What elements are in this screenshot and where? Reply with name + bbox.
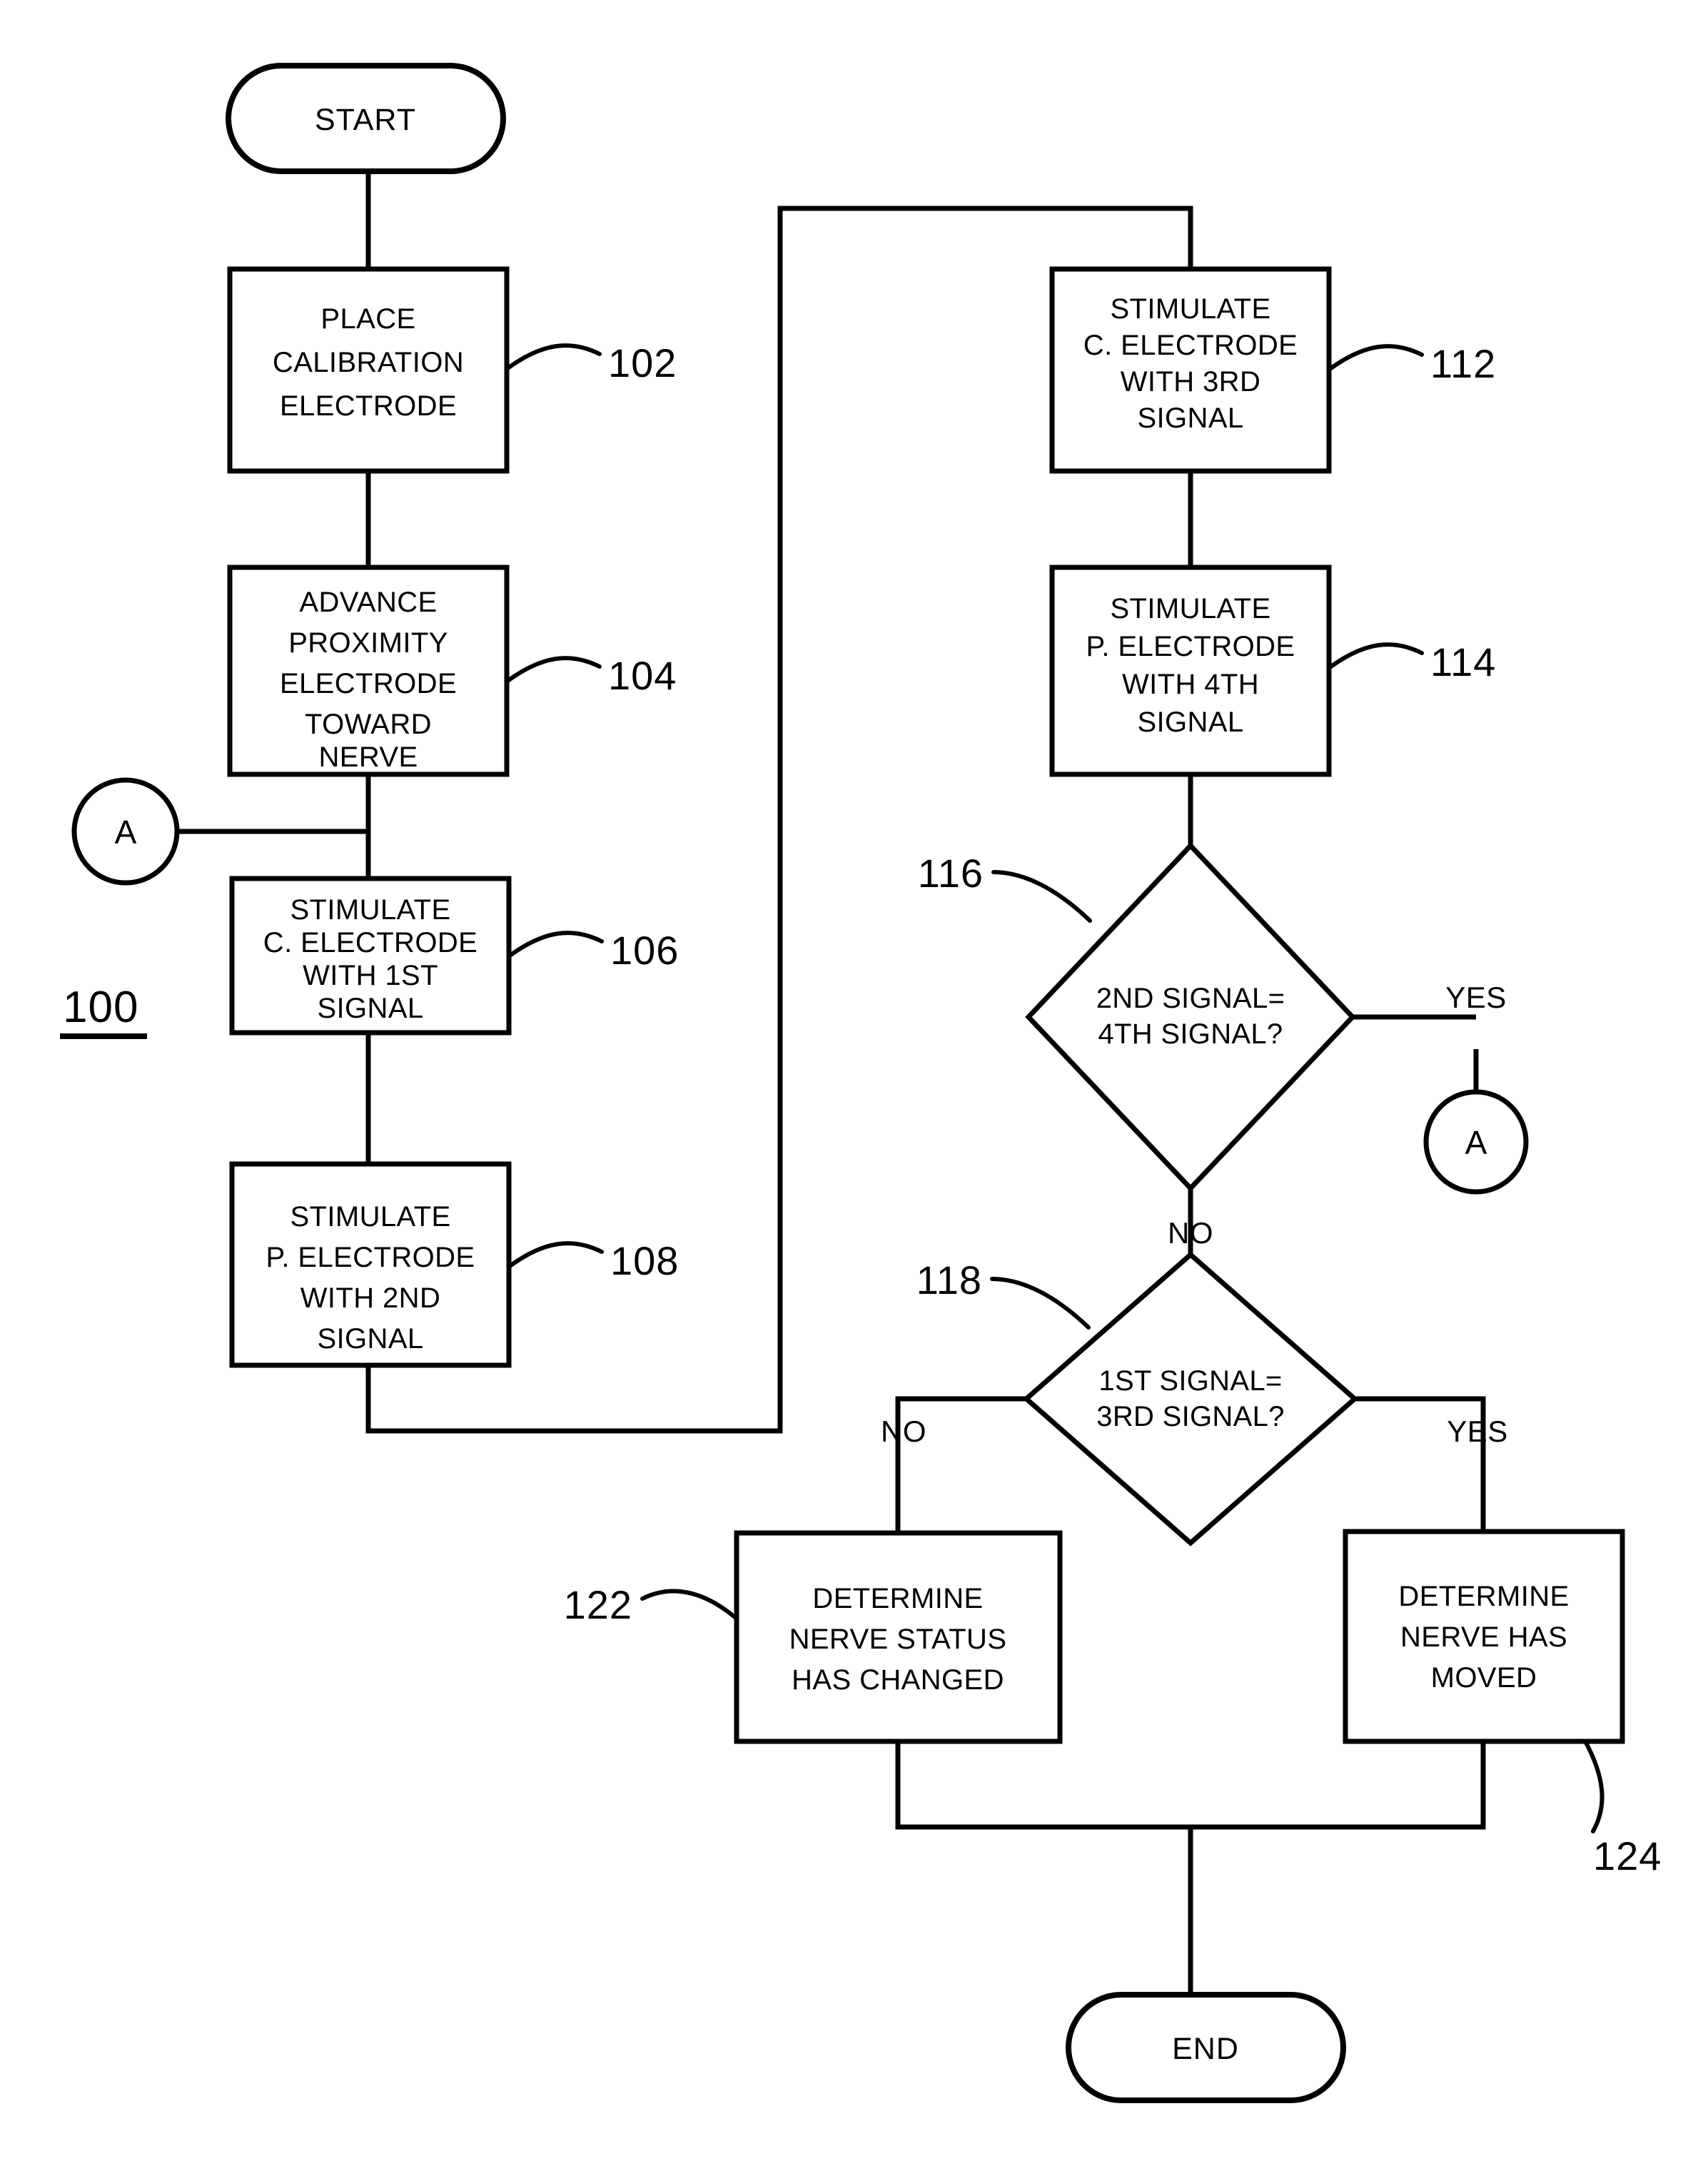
decision-diamond-116-line-2: 4TH SIGNAL?	[1098, 1018, 1283, 1050]
process-box-114: STIMULATE P. ELECTRODE WITH 4TH SIGNAL	[1049, 565, 1332, 777]
branch-label-118-yes: YES	[1447, 1415, 1508, 1448]
process-box-114-line-3: WITH 4TH	[1122, 669, 1259, 700]
leader-line-108	[507, 1241, 604, 1269]
process-box-124-line-2: NERVE HAS	[1400, 1621, 1567, 1653]
process-box-102-line-3: ELECTRODE	[280, 390, 457, 422]
reference-numeral-122: 122	[564, 1582, 632, 1627]
process-box-106-line-4: SIGNAL	[317, 993, 423, 1024]
process-box-104-line-5: NERVE	[318, 742, 418, 773]
decision-diamond-118-shape	[1022, 1251, 1359, 1547]
leader-line-124	[1583, 1739, 1605, 1833]
branch-label-116-no: NO	[1168, 1216, 1213, 1250]
process-box-112-line-2: C. ELECTRODE	[1083, 330, 1298, 361]
process-box-122-line-2: NERVE STATUS	[789, 1624, 1007, 1655]
process-box-104-line-3: ELECTRODE	[280, 668, 457, 699]
decision-diamond-118-line-1: 1ST SIGNAL=	[1098, 1365, 1282, 1397]
process-box-114-line-2: P. ELECTRODE	[1086, 631, 1295, 662]
process-box-106-line-3: WITH 1ST	[303, 960, 438, 991]
process-box-122-line-1: DETERMINE	[812, 1583, 983, 1614]
reference-numeral-124: 124	[1593, 1833, 1662, 1878]
process-box-112-line-1: STIMULATE	[1110, 293, 1270, 325]
process-box-108-line-3: WITH 2ND	[300, 1282, 441, 1314]
process-box-124-line-1: DETERMINE	[1398, 1581, 1569, 1612]
process-box-102-line-2: CALIBRATION	[273, 347, 464, 378]
reference-numeral-112: 112	[1430, 341, 1496, 386]
branch-label-116-yes: YES	[1445, 981, 1507, 1014]
process-box-124: DETERMINE NERVE HAS MOVED	[1343, 1529, 1625, 1744]
terminator-end-label: END	[1172, 2032, 1239, 2066]
terminator-start-label: START	[315, 103, 416, 137]
process-box-122: DETERMINE NERVE STATUS HAS CHANGED	[734, 1530, 1063, 1744]
decision-diamond-118: 1ST SIGNAL= 3RD SIGNAL?	[1022, 1251, 1359, 1547]
leader-line-112	[1327, 344, 1424, 372]
process-box-102: PLACE CALIBRATION ELECTRODE	[227, 266, 510, 474]
leader-line-114	[1327, 642, 1424, 670]
decision-diamond-116: 2ND SIGNAL= 4TH SIGNAL?	[1025, 841, 1356, 1193]
process-box-102-line-1: PLACE	[320, 303, 415, 335]
process-box-104: ADVANCE PROXIMITY ELECTRODE TOWARD NERVE	[227, 565, 510, 777]
process-box-112: STIMULATE C. ELECTRODE WITH 3RD SIGNAL	[1049, 266, 1332, 474]
leader-line-122	[640, 1589, 739, 1621]
reference-numeral-118: 118	[916, 1257, 982, 1302]
reference-numeral-104: 104	[608, 653, 677, 698]
process-box-112-line-3: WITH 3RD	[1121, 366, 1261, 398]
process-box-114-line-1: STIMULATE	[1110, 593, 1270, 624]
leader-line-104	[505, 656, 602, 684]
leader-line-102	[505, 343, 602, 371]
reference-numeral-108: 108	[610, 1238, 679, 1283]
connector-circle-a-left: A	[71, 777, 180, 886]
process-box-106-line-1: STIMULATE	[290, 894, 450, 926]
process-box-122-line-3: HAS CHANGED	[792, 1664, 1004, 1696]
patent-figure-root: START PLACE CALIBRATION ELECTRODE 102 AD…	[0, 0, 1708, 2166]
decision-diamond-118-line-2: 3RD SIGNAL?	[1096, 1401, 1284, 1432]
leader-line-106	[507, 931, 604, 958]
edge-merge-122-124	[895, 1741, 1486, 1830]
connector-circle-a-right: A	[1423, 1089, 1529, 1195]
branch-label-118-no: NO	[881, 1415, 926, 1448]
process-box-108-line-1: STIMULATE	[290, 1201, 450, 1233]
reference-numeral-114: 114	[1430, 639, 1496, 684]
figure-number-100: 100	[60, 983, 147, 1039]
process-box-104-line-2: PROXIMITY	[288, 627, 448, 659]
connector-circle-a-right-label: A	[1465, 1124, 1487, 1161]
process-box-108-line-2: P. ELECTRODE	[266, 1242, 475, 1273]
reference-numeral-102: 102	[608, 340, 677, 385]
figure-number-100-label: 100	[63, 983, 138, 1032]
process-box-108: STIMULATE P. ELECTRODE WITH 2ND SIGNAL	[229, 1161, 512, 1368]
process-box-124-line-3: MOVED	[1431, 1662, 1537, 1694]
process-box-114-line-4: SIGNAL	[1137, 707, 1243, 738]
reference-numeral-116: 116	[918, 851, 984, 896]
process-box-108-line-4: SIGNAL	[317, 1323, 423, 1355]
decision-diamond-116-shape	[1025, 841, 1356, 1193]
terminator-start: START	[226, 63, 506, 174]
process-box-104-line-1: ADVANCE	[299, 587, 437, 618]
process-box-106-line-2: C. ELECTRODE	[263, 927, 477, 958]
leader-line-118	[990, 1277, 1091, 1330]
connector-circle-a-left-label: A	[115, 814, 137, 851]
flowchart-diagram: START PLACE CALIBRATION ELECTRODE 102 AD…	[0, 0, 1708, 2166]
terminator-end: END	[1066, 1992, 1346, 2103]
reference-numeral-106: 106	[610, 928, 679, 973]
process-box-112-line-4: SIGNAL	[1137, 403, 1243, 434]
decision-diamond-116-line-1: 2ND SIGNAL=	[1096, 983, 1285, 1014]
process-box-106: STIMULATE C. ELECTRODE WITH 1ST SIGNAL	[229, 876, 512, 1036]
process-box-104-line-4: TOWARD	[305, 709, 432, 740]
leader-line-116	[991, 870, 1092, 923]
